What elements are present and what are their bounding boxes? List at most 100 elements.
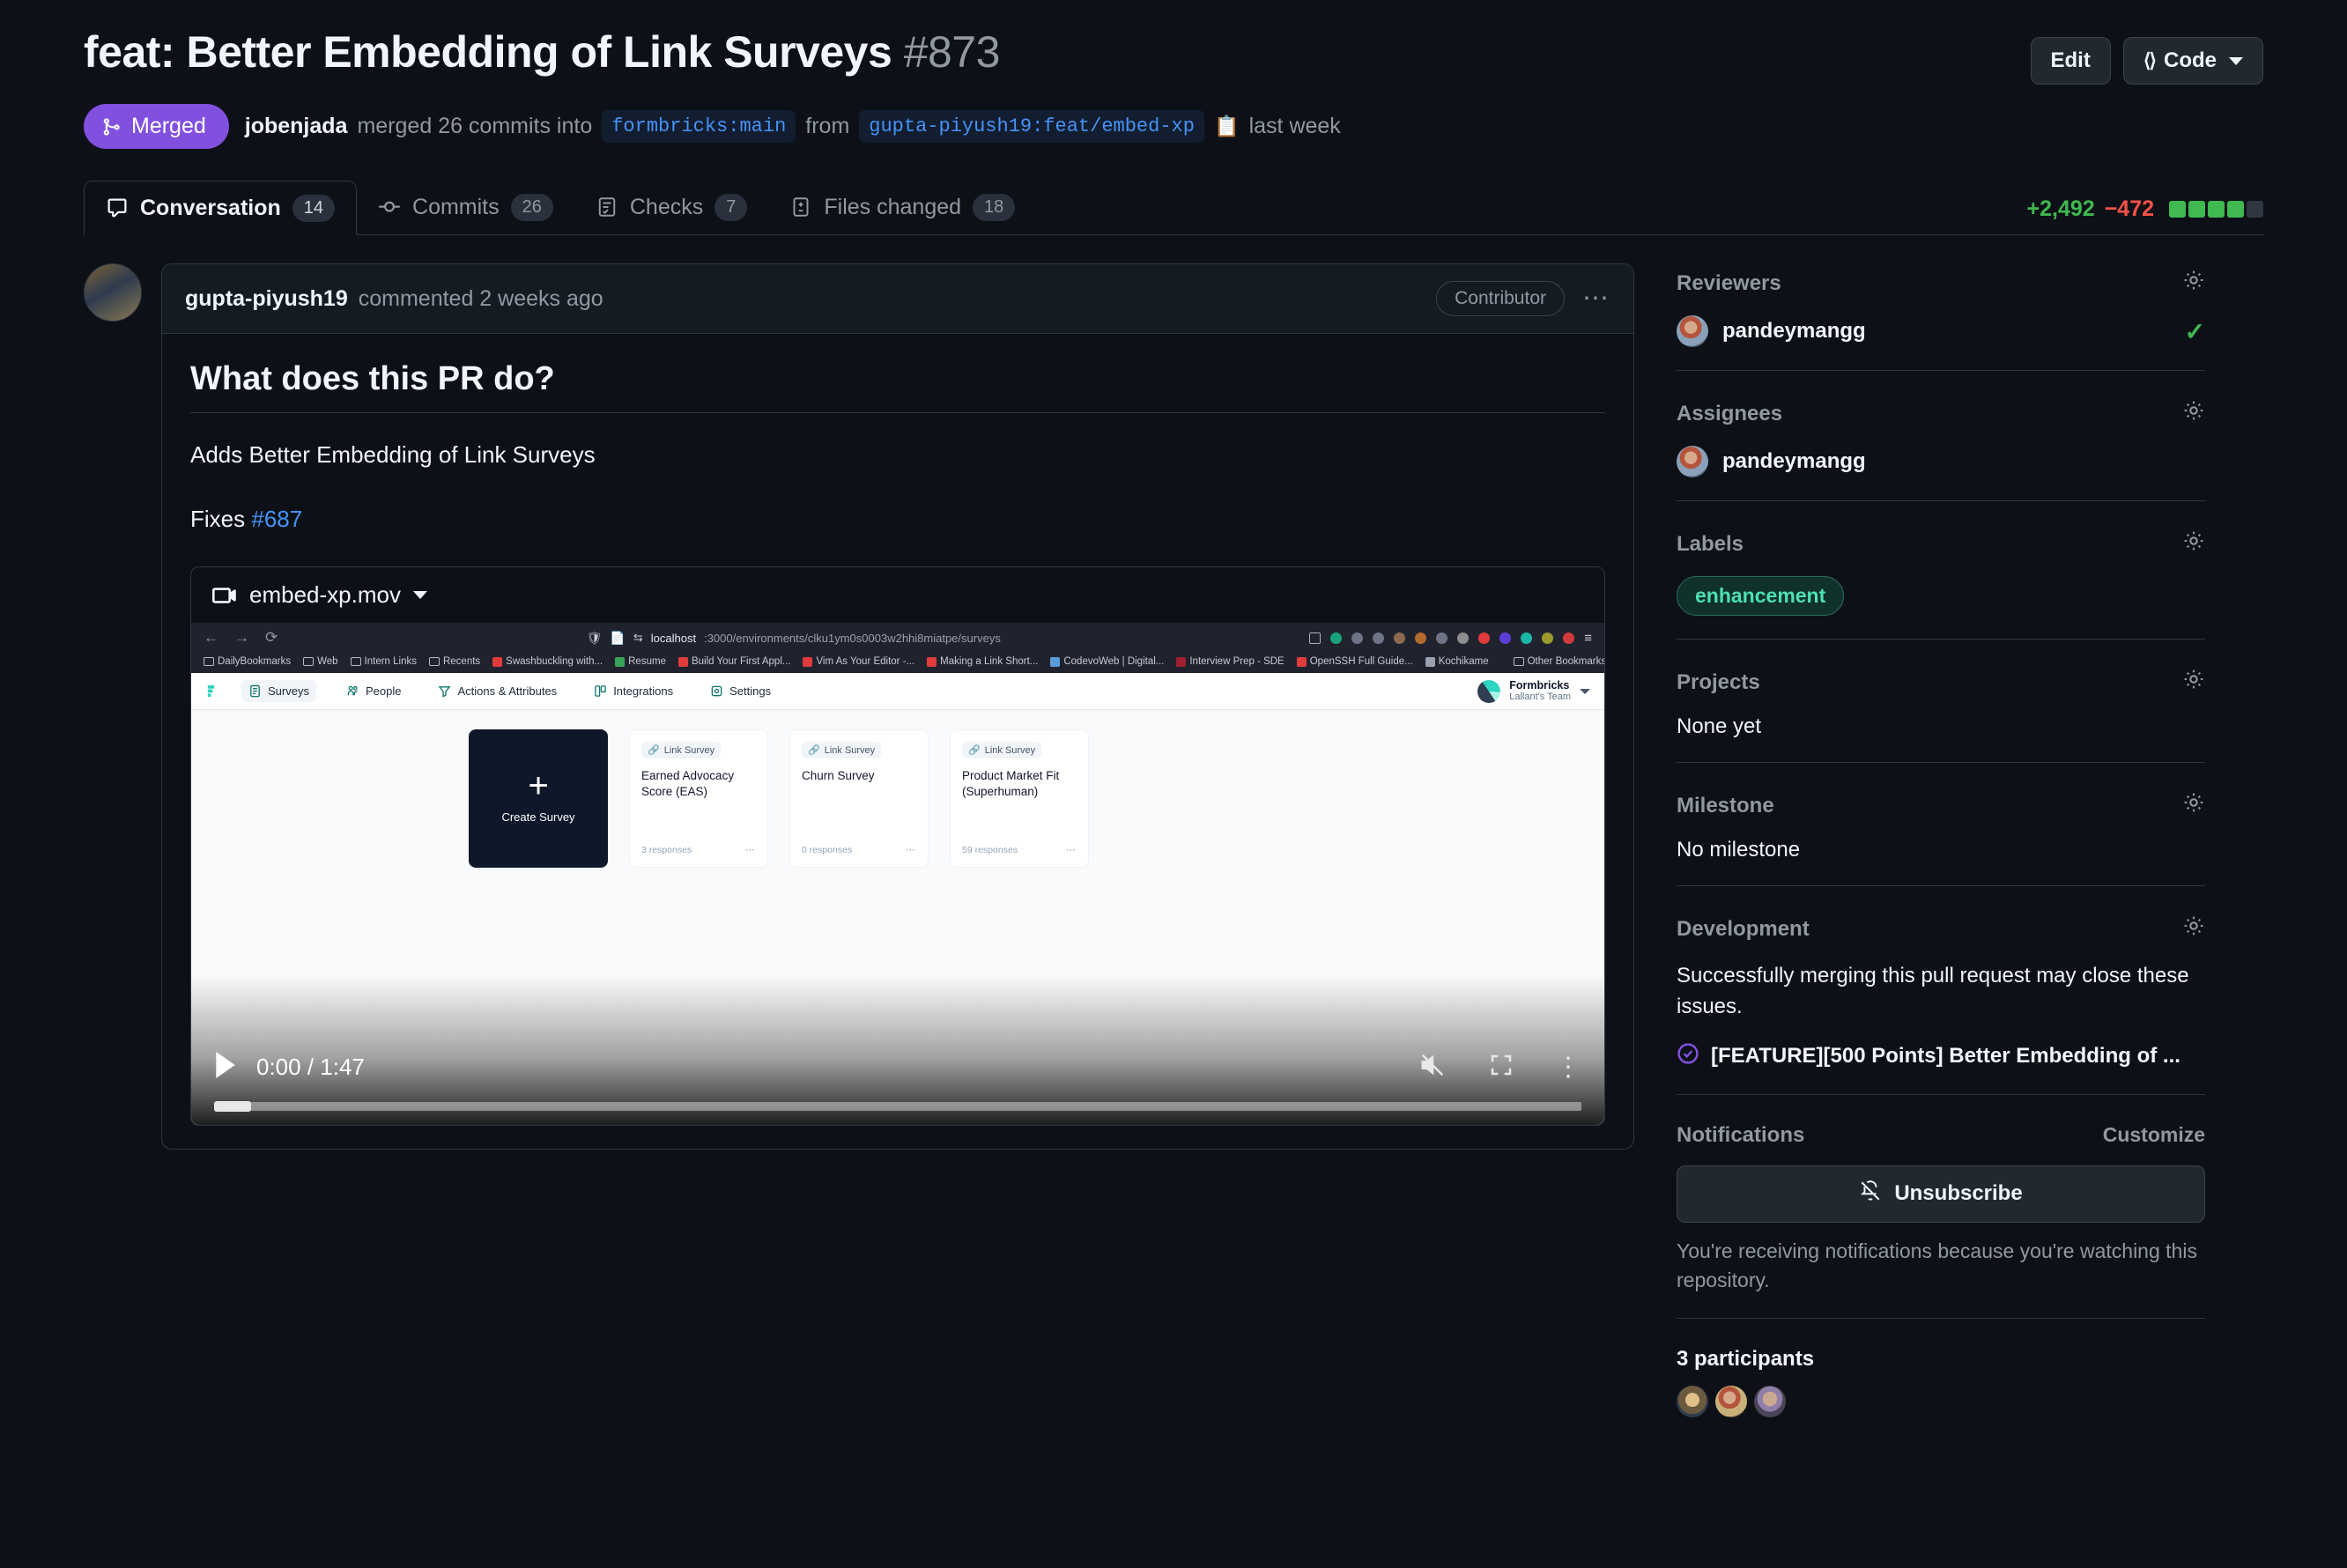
- commit-icon: [378, 196, 401, 218]
- tab-files-changed-label: Files changed: [824, 194, 962, 219]
- survey-menu-icon[interactable]: ⋯: [1066, 845, 1077, 855]
- merge-text-1: merged 26 commits into: [357, 114, 593, 138]
- avatar[interactable]: [1754, 1386, 1786, 1418]
- reviewer-name: pandeymangg: [1722, 319, 1866, 343]
- code-button[interactable]: ⟨⟩ Code: [2122, 37, 2263, 85]
- survey-menu-icon[interactable]: ⋯: [906, 845, 916, 855]
- reload-icon: ⟳: [265, 629, 278, 646]
- bookmark-item[interactable]: Intern Links: [350, 656, 417, 667]
- gear-icon[interactable]: [2182, 529, 2205, 558]
- bookmark-label: CodevoWeb | Digital...: [1063, 656, 1165, 667]
- survey-responses: 3 responses: [641, 845, 692, 856]
- labels-header: Labels: [1677, 529, 2205, 558]
- video-filename[interactable]: embed-xp.mov: [249, 581, 401, 609]
- avatar[interactable]: [1715, 1386, 1747, 1418]
- bookmark-item[interactable]: CodevoWeb | Digital...: [1050, 656, 1164, 667]
- gear-icon[interactable]: [2182, 399, 2205, 428]
- comment-author[interactable]: gupta-piyush19: [185, 286, 348, 312]
- survey-card[interactable]: 🔗 Link Survey Product Market Fit (Superh…: [950, 729, 1089, 869]
- survey-card-footer: 0 responses ⋯: [802, 845, 916, 855]
- video-progress-handle[interactable]: [214, 1101, 251, 1112]
- bookmark-item[interactable]: Kochikame: [1425, 656, 1489, 667]
- status-badge-label: Merged: [131, 114, 206, 138]
- reviewers-header: Reviewers: [1677, 269, 2205, 298]
- diff-stat: +2,492 −472: [2027, 196, 2263, 234]
- survey-card[interactable]: 🔗 Link Survey Earned Advocacy Score (EAS…: [629, 729, 768, 869]
- merge-description: jobenjada merged 26 commits into formbri…: [245, 110, 1341, 143]
- diff-additions: +2,492: [2026, 196, 2095, 221]
- bookmark-item[interactable]: OpenSSH Full Guide...: [1296, 656, 1413, 667]
- video-controls: 0:00 / 1:47 ⋮: [191, 1052, 1604, 1125]
- edit-button[interactable]: Edit: [2030, 37, 2111, 85]
- bookmark-item[interactable]: DailyBookmarks: [204, 656, 291, 667]
- bookmark-item[interactable]: Recents: [428, 656, 480, 667]
- fullscreen-icon[interactable]: [1488, 1052, 1514, 1083]
- other-bookmarks[interactable]: Other Bookmarks: [1513, 656, 1604, 667]
- gear-icon[interactable]: [2182, 668, 2205, 697]
- nav-item-surveys[interactable]: Surveys: [241, 680, 316, 702]
- gear-icon[interactable]: [2182, 914, 2205, 943]
- video-icon: [212, 583, 237, 608]
- base-branch[interactable]: formbricks:main: [602, 110, 796, 143]
- comment-menu-icon[interactable]: ⋯: [1575, 285, 1610, 312]
- tab-files-changed-count: 18: [973, 193, 1016, 221]
- bookmark-item[interactable]: Interview Prep - SDE: [1176, 656, 1285, 667]
- tab-checks[interactable]: Checks 7: [574, 180, 769, 234]
- merged-by-user[interactable]: jobenjada: [245, 114, 348, 139]
- bookmark-item[interactable]: Making a Link Short...: [927, 656, 1038, 667]
- linked-issue-row[interactable]: [FEATURE][500 Points] Better Embedding o…: [1677, 1042, 2205, 1071]
- video-progress-bar[interactable]: [214, 1101, 1581, 1112]
- reviewer-row[interactable]: pandeymangg ✓: [1677, 315, 2205, 347]
- unsubscribe-button[interactable]: Unsubscribe: [1677, 1165, 2205, 1223]
- avatar[interactable]: [84, 263, 142, 322]
- grid-icon: [1309, 632, 1322, 644]
- gear-icon[interactable]: [2182, 791, 2205, 820]
- tab-commits[interactable]: Commits 26: [357, 180, 574, 234]
- edit-button-label: Edit: [2050, 48, 2091, 72]
- nav-item-people[interactable]: People: [339, 680, 408, 702]
- bookmark-item[interactable]: Resume: [615, 656, 666, 667]
- create-survey-card[interactable]: + Create Survey: [469, 729, 608, 869]
- assignees-header: Assignees: [1677, 399, 2205, 428]
- bookmark-item[interactable]: Build Your First Appl...: [677, 656, 790, 667]
- fixes-issue-link[interactable]: #687: [251, 506, 302, 532]
- pr-number: #873: [903, 27, 1001, 77]
- assignee-row[interactable]: pandeymangg: [1677, 446, 2205, 477]
- sidebar-section-reviewers: Reviewers pandeymangg ✓: [1677, 263, 2205, 371]
- video-attachment: embed-xp.mov ← → ⟳ 🛡 📄 ⇆ localhost:3000…: [190, 566, 1605, 1126]
- play-icon[interactable]: [214, 1052, 237, 1083]
- copy-icon[interactable]: 📋: [1214, 115, 1240, 138]
- notifications-title: Notifications: [1677, 1122, 1805, 1147]
- label-chip[interactable]: enhancement: [1677, 576, 1845, 616]
- issue-closed-icon: [1677, 1042, 1699, 1071]
- more-options-icon[interactable]: ⋮: [1555, 1054, 1581, 1080]
- tab-files-changed[interactable]: Files changed 18: [768, 180, 1036, 234]
- toggle-icon: ⇆: [633, 631, 643, 644]
- video-player[interactable]: ← → ⟳ 🛡 📄 ⇆ localhost:3000/environments/cl…: [191, 623, 1604, 1125]
- bookmark-item[interactable]: Web: [303, 656, 338, 667]
- survey-card[interactable]: 🔗 Link Survey Churn Survey 0 responses ⋯: [789, 729, 929, 869]
- chevron-down-icon: [1580, 688, 1590, 694]
- head-branch[interactable]: gupta-piyush19:feat/embed-xp: [859, 110, 1204, 143]
- bookmark-item[interactable]: Vim As Your Editor -...: [803, 656, 914, 667]
- video-header: embed-xp.mov: [191, 567, 1604, 623]
- avatar[interactable]: [1677, 1386, 1708, 1418]
- mute-icon[interactable]: [1418, 1052, 1447, 1083]
- survey-menu-icon[interactable]: ⋯: [745, 845, 756, 855]
- tab-conversation[interactable]: Conversation 14: [84, 181, 358, 235]
- nav-item-integrations[interactable]: Integrations: [587, 680, 680, 702]
- survey-name: Earned Advocacy Score (EAS): [641, 769, 735, 799]
- nav-item-actions-attributes[interactable]: Actions & Attributes: [431, 680, 564, 702]
- bookmark-item[interactable]: Swashbuckling with...: [492, 656, 603, 667]
- comment-fixes-line: Fixes #687: [190, 502, 1605, 536]
- comment-card: gupta-piyush19 commented 2 weeks ago Con…: [161, 263, 1634, 1150]
- chevron-down-icon[interactable]: [412, 591, 427, 599]
- nav-item-settings[interactable]: Settings: [703, 680, 778, 702]
- bookmark-label: Vim As Your Editor -...: [816, 656, 915, 667]
- projects-value: None yet: [1677, 714, 1762, 738]
- customize-link[interactable]: Customize: [2103, 1123, 2205, 1147]
- workspace-switcher[interactable]: Formbricks Lallant's Team: [1477, 679, 1590, 703]
- gear-icon[interactable]: [2182, 269, 2205, 298]
- development-description: Successfully merging this pull request m…: [1677, 964, 2189, 1018]
- address-bar[interactable]: 🛡 📄 ⇆ localhost:3000/environments/clku1y…: [292, 631, 1295, 646]
